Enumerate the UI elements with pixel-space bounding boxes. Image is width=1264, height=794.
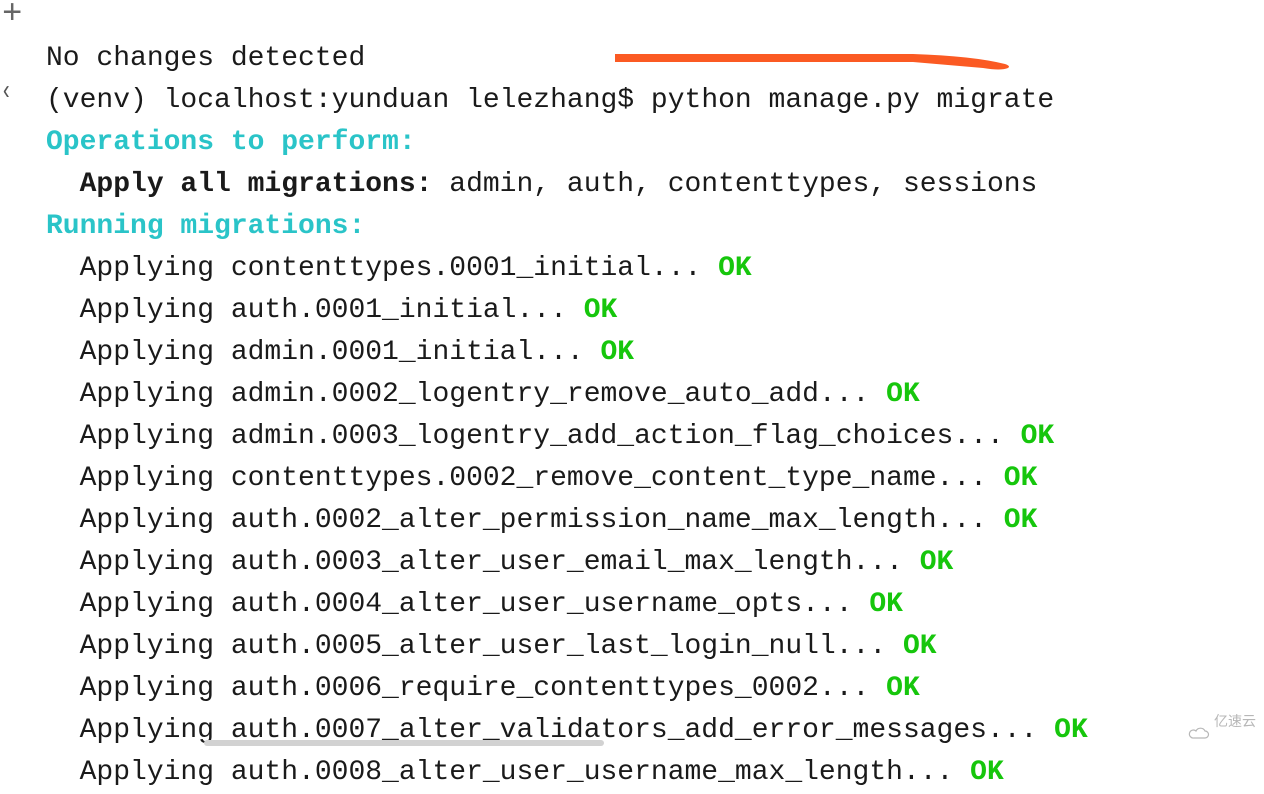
migration-line: Applying auth.0008_alter_user_username_m… (46, 757, 970, 788)
migration-line: Applying auth.0002_alter_permission_name… (46, 505, 1004, 536)
shell-command: python manage.py migrate (651, 85, 1054, 116)
status-ok: OK (903, 631, 937, 662)
cloud-icon (1188, 714, 1210, 728)
annotation-underline (613, 48, 1015, 66)
watermark-text: 亿速云 (1214, 700, 1256, 742)
status-ok: OK (718, 253, 752, 284)
migration-line: Applying auth.0003_alter_user_email_max_… (46, 547, 920, 578)
scrollbar-thumb[interactable] (204, 740, 604, 746)
migration-line: Applying auth.0001_initial... (46, 295, 584, 326)
output-line: No changes detected (46, 43, 365, 74)
status-ok: OK (1004, 463, 1038, 494)
status-ok: OK (886, 379, 920, 410)
migration-line: Applying auth.0005_alter_user_last_login… (46, 631, 903, 662)
migration-line: Applying admin.0002_logentry_remove_auto… (46, 379, 886, 410)
status-ok: OK (920, 547, 954, 578)
watermark: 亿速云 (1188, 700, 1256, 742)
status-ok: OK (601, 337, 635, 368)
horizontal-scrollbar[interactable] (44, 740, 1224, 746)
migration-line: Applying admin.0003_logentry_add_action_… (46, 421, 1021, 452)
status-ok: OK (869, 589, 903, 620)
plus-icon: + (2, 0, 22, 36)
apply-list: admin, auth, contenttypes, sessions (449, 169, 1037, 200)
terminal-window: + ‹ No changes detected (venv) localhost… (0, 0, 1264, 746)
migration-line: Applying contenttypes.0002_remove_conten… (46, 463, 1004, 494)
status-ok: OK (1021, 421, 1055, 452)
migration-line: Applying admin.0001_initial... (46, 337, 601, 368)
status-ok: OK (886, 673, 920, 704)
migration-line: Applying auth.0004_alter_user_username_o… (46, 589, 869, 620)
status-ok: OK (1004, 505, 1038, 536)
terminal-output[interactable]: No changes detected (venv) localhost:yun… (46, 0, 1088, 794)
status-ok: OK (584, 295, 618, 326)
migration-line: Applying auth.0006_require_contenttypes_… (46, 673, 886, 704)
chevron-left-icon: ‹ (1, 72, 13, 114)
apply-label: Apply all migrations: (46, 169, 449, 200)
shell-prompt: (venv) localhost:yunduan lelezhang$ (46, 85, 651, 116)
section-header: Operations to perform: (46, 127, 416, 158)
editor-gutter: + ‹ (0, 0, 28, 746)
migration-line: Applying contenttypes.0001_initial... (46, 253, 718, 284)
section-header: Running migrations: (46, 211, 365, 242)
status-ok: OK (970, 757, 1004, 788)
